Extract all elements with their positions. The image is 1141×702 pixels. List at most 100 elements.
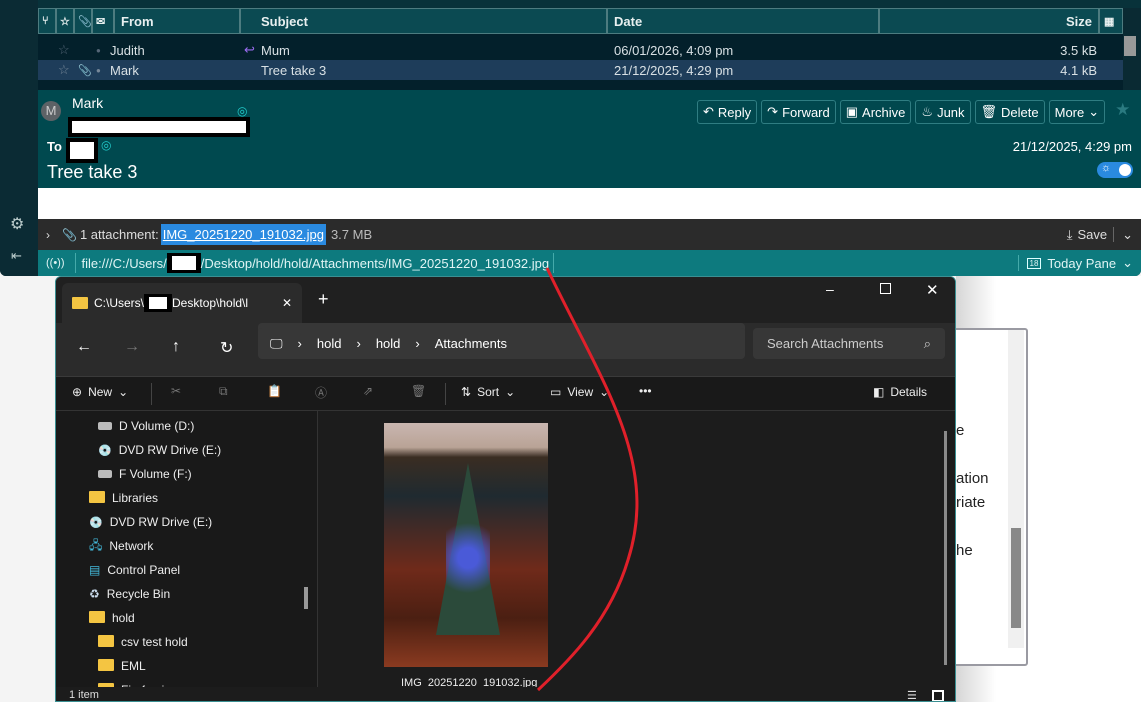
nav-tree-item[interactable]: csv test hold [98,632,188,652]
delete-button[interactable]: 🗑 Delete [974,100,1045,124]
nav-tree-item[interactable]: hold [89,608,135,628]
column-picker-icon[interactable]: ▦ [1099,8,1123,34]
more-options-button[interactable]: ••• [639,384,652,398]
expand-chevron-icon[interactable]: › [46,228,50,242]
nav-tree-item[interactable]: Libraries [89,488,158,508]
replied-icon: ↩ [244,42,255,57]
sort-button[interactable]: ⇅ Sort ⌄ [461,385,515,399]
spaces-toolbar: ⚙ ⇤ [0,0,38,276]
breadcrumb-item[interactable]: hold [376,336,401,351]
read-column-icon[interactable]: ✉ [92,8,114,34]
forward-button[interactable]: ↷ Forward [761,100,836,124]
contact-icon[interactable]: ◎ [237,104,247,118]
message-row-selected[interactable]: ☆ 📎 ● Mark Tree take 3 21/12/2025, 4:29 … [38,60,1123,80]
star-icon[interactable]: ★ [1115,100,1130,124]
nav-tree-label: Libraries [112,491,159,505]
back-icon[interactable]: ← [76,338,92,356]
column-size[interactable]: Size [879,8,1099,34]
details-button[interactable]: ◧ Details [873,385,927,399]
connection-icon: ((•)) [46,257,65,269]
attachment-column-icon[interactable]: 📎 [74,8,92,34]
paste-icon[interactable]: 📋 [267,384,282,398]
attachment-filename[interactable]: IMG_20251220_191032.jpg [160,224,326,245]
view-button[interactable]: ▭ View ⌄ [550,385,609,399]
content-scrollbar[interactable] [944,431,947,665]
share-icon[interactable]: ⇗ [363,384,373,398]
textarea-scrollbar[interactable] [1008,330,1024,648]
junk-button[interactable]: ♨ Junk [915,100,971,124]
paperclip-icon: 📎 [62,227,77,242]
message-row[interactable]: ☆ ● Judith ↩ Mum 06/01/2026, 4:09 pm 3.5… [38,40,1123,60]
save-button[interactable]: Save [1077,227,1115,242]
list-view-icon[interactable]: ☰ [907,689,917,701]
image-thumbnail[interactable] [384,423,548,667]
nav-tree-item[interactable]: F Volume (F:) [98,464,192,484]
breadcrumb-item[interactable]: Attachments [435,336,507,351]
nav-tree-item[interactable]: 💿 DVD RW Drive (E:) [98,440,221,460]
close-window-icon[interactable]: ✕ [926,281,939,299]
calendar-icon: 18 [1026,257,1042,269]
item-count: 1 item [69,689,99,701]
from-name[interactable]: Mark [72,95,103,111]
column-date[interactable]: Date [607,8,879,34]
cut-icon[interactable]: ✂ [171,384,181,398]
unread-dot-icon[interactable]: ● [96,46,101,55]
forward-icon[interactable]: → [124,338,140,356]
minimize-icon[interactable]: – [826,281,834,297]
reply-button[interactable]: ↶ Reply [697,100,758,124]
refresh-icon[interactable]: ↻ [220,338,233,358]
delete-icon[interactable]: 🗑 [411,384,426,398]
address-bar[interactable]: 🖵 › hold › hold › Attachments [258,328,745,359]
chevron-down-icon: ⌄ [1088,104,1100,119]
thumbnail-view-icon[interactable] [932,690,944,701]
search-input[interactable]: Search Attachments ⌕ [753,328,945,359]
star-icon[interactable]: ☆ [58,62,70,78]
nav-pane-scrollbar[interactable] [304,587,308,609]
message-header: M Mark ◎ To ◎ Tree take 3 ↶ Reply ↷ Forwar… [38,90,1141,188]
message-list-scrollbar[interactable] [1124,36,1136,56]
unread-dot-icon[interactable]: ● [96,66,101,75]
star-icon[interactable]: ☆ [58,42,70,58]
collapse-icon[interactable]: ⇤ [11,248,22,264]
copy-icon[interactable]: ⧉ [219,384,228,399]
star-column-icon[interactable]: ☆ [56,8,74,34]
today-pane-button[interactable]: 18 Today Pane ⌄ [1017,255,1133,271]
explorer-tab[interactable]: C:\Users\ Desktop\hold\l ✕ [62,283,302,323]
settings-gear-icon[interactable]: ⚙ [10,214,24,234]
nav-tree-item[interactable]: ▤ Control Panel [89,560,180,580]
close-tab-icon[interactable]: ✕ [282,296,292,310]
remote-content-toggle[interactable]: ☼ [1097,162,1133,178]
column-from[interactable]: From [114,8,240,34]
archive-icon: ▣ [845,104,859,119]
bg-text: e [956,422,965,439]
thread-column-icon[interactable]: ⑂ [38,8,56,34]
new-tab-icon[interactable]: + [318,289,329,310]
nav-tree-item[interactable]: 💿 DVD RW Drive (E:) [89,512,212,532]
breadcrumb-item[interactable]: hold [317,336,342,351]
recycle-bin-icon: ♻ [89,587,100,601]
contact-icon[interactable]: ◎ [101,138,111,152]
nav-tree-item[interactable]: EML [98,656,146,676]
up-icon[interactable]: ↑ [172,338,180,356]
row-from: Mark [110,62,139,78]
message-list-header: ⑂ ☆ 📎 ✉ From Subject Date Size ▦ [38,8,1123,34]
sun-icon: ☼ [1101,162,1112,174]
view-icon: ▭ [550,385,562,399]
plus-circle-icon: ⊕ [72,385,83,399]
new-button[interactable]: ⊕ New ⌄ [72,385,128,399]
folder-icon [89,610,105,626]
folder-icon [72,297,88,309]
trash-icon: 🗑 [980,104,998,119]
maximize-icon[interactable] [880,283,891,294]
archive-button[interactable]: ▣ Archive [839,100,912,124]
drive-icon [98,419,112,433]
drive-icon [98,467,112,481]
column-subject[interactable]: Subject [240,8,607,34]
save-dropdown-icon[interactable]: ⌄ [1122,227,1133,243]
more-button[interactable]: More ⌄ [1048,100,1106,124]
nav-tree-item[interactable]: 🖧 Network [89,536,153,556]
rename-icon[interactable]: Ⓐ [315,384,327,401]
nav-tree-item[interactable]: ♻ Recycle Bin [89,584,170,604]
network-icon: 🖧 [89,537,103,552]
nav-tree-item[interactable]: D Volume (D:) [98,416,194,436]
